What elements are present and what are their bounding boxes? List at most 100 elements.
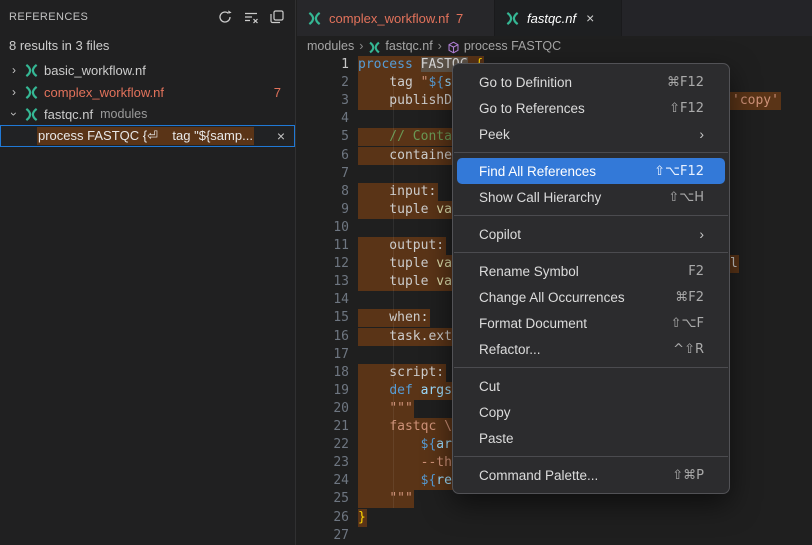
breadcrumb-file[interactable]: fastqc.nf: [385, 39, 432, 53]
line-number: 15: [297, 309, 349, 327]
submenu-chevron-icon: ›: [699, 126, 704, 142]
menu-item-shortcut: ⇧⌘P: [672, 468, 704, 483]
menu-item-go-to-references[interactable]: Go to References⇧F12: [457, 95, 725, 121]
menu-item-shortcut: ⇧F12: [669, 101, 704, 116]
menu-item-change-all-occurrences[interactable]: Change All Occurrences⌘F2: [457, 284, 725, 310]
menu-item-refactor[interactable]: Refactor...^⇧R: [457, 336, 725, 362]
menu-item-shortcut: ⌘F12: [667, 75, 704, 90]
results-summary: 8 results in 3 files: [9, 38, 295, 53]
editor-context-menu: Go to Definition⌘F12Go to References⇧F12…: [452, 63, 730, 494]
result-count-badge: 7: [274, 85, 281, 100]
code-text: publishD: [358, 92, 452, 110]
menu-item-command-palette[interactable]: Command Palette...⇧⌘P: [457, 462, 725, 488]
line-number: 9: [297, 201, 349, 219]
refresh-icon[interactable]: [217, 9, 233, 25]
menu-item-rename-symbol[interactable]: Rename SymbolF2: [457, 258, 725, 284]
menu-item-shortcut: F2: [688, 264, 704, 279]
menu-item-label: Paste: [479, 431, 704, 446]
line-number: 3: [297, 92, 349, 110]
code-text-fragment: l: [730, 255, 738, 273]
menu-item-label: Rename Symbol: [479, 264, 688, 279]
line-number: 25: [297, 490, 349, 508]
file-name: complex_workflow.nf: [44, 85, 164, 100]
line-number: 16: [297, 328, 349, 346]
menu-separator: [454, 367, 728, 368]
code-text: containe: [358, 147, 452, 165]
line-number: 4: [297, 110, 349, 128]
menu-item-shortcut: ^⇧R: [673, 342, 704, 357]
code-text: input:: [358, 183, 436, 201]
menu-item-shortcut: ⇧⌥F: [671, 316, 704, 331]
line-number: 18: [297, 364, 349, 382]
references-panel-header: REFERENCES: [0, 0, 295, 25]
references-tree: ›basic_workflow.nf›complex_workflow.nf7›…: [0, 59, 295, 147]
tab-close-icon[interactable]: ×: [586, 10, 594, 26]
code-text: // Conta: [358, 128, 452, 146]
tab-fastqc[interactable]: fastqc.nf ×: [495, 0, 622, 36]
menu-item-format-document[interactable]: Format Document⇧⌥F: [457, 310, 725, 336]
dismiss-icon[interactable]: ×: [277, 128, 285, 144]
menu-item-go-to-definition[interactable]: Go to Definition⌘F12: [457, 69, 725, 95]
tree-file-row-complex_workflow-nf[interactable]: › complex_workflow.nf 7: [0, 81, 295, 103]
menu-item-show-call-hierarchy[interactable]: Show Call Hierarchy⇧⌥H: [457, 184, 725, 210]
tab-result-count: 7: [456, 11, 463, 26]
menu-item-copy[interactable]: Copy: [457, 399, 725, 425]
tree-file-row-fastqc-nf[interactable]: ›fastqc.nfmodules: [0, 103, 295, 125]
menu-item-cut[interactable]: Cut: [457, 373, 725, 399]
menu-item-peek[interactable]: Peek›: [457, 121, 725, 147]
menu-item-paste[interactable]: Paste: [457, 425, 725, 451]
code-text: script:: [358, 364, 444, 382]
tree-file-row-basic_workflow-nf[interactable]: ›basic_workflow.nf: [0, 59, 295, 81]
chevron-right-icon[interactable]: ›: [6, 63, 22, 77]
code-text: """: [358, 400, 413, 418]
reference-match-row[interactable]: process FASTQC {⏎ tag "${samp...×: [0, 125, 295, 147]
nextflow-file-icon: [307, 11, 322, 26]
menu-item-label: Refactor...: [479, 342, 673, 357]
code-line-26[interactable]: 26}: [297, 509, 812, 527]
code-text: def args: [358, 382, 452, 400]
menu-item-label: Peek: [479, 127, 699, 142]
tab-label: complex_workflow.nf: [329, 11, 449, 26]
breadcrumb-symbol[interactable]: process FASTQC: [464, 39, 561, 53]
menu-separator: [454, 215, 728, 216]
line-number: 1: [297, 56, 349, 74]
line-number: 24: [297, 472, 349, 490]
nextflow-file-icon: [24, 85, 39, 100]
menu-item-find-all-references[interactable]: Find All References⇧⌥F12: [457, 158, 725, 184]
code-text: output:: [358, 237, 444, 255]
line-number: 6: [297, 147, 349, 165]
code-text: """: [358, 490, 413, 508]
menu-item-label: Change All Occurrences: [479, 290, 675, 305]
vscode-window: REFERENCES 8 results in 3 files ›basic_w…: [0, 0, 812, 545]
code-text: --th: [358, 454, 452, 472]
breadcrumb: modules › fastqc.nf › process FASTQC: [297, 36, 812, 56]
line-number: 13: [297, 273, 349, 291]
menu-item-label: Command Palette...: [479, 468, 672, 483]
chevron-down-icon[interactable]: ›: [6, 107, 22, 121]
menu-separator: [454, 252, 728, 253]
line-number: 5: [297, 128, 349, 146]
menu-item-copilot[interactable]: Copilot›: [457, 221, 725, 247]
code-text: }: [358, 509, 366, 527]
line-number: 23: [297, 454, 349, 472]
menu-item-shortcut: ⇧⌥H: [668, 190, 704, 205]
code-text-fragment: 'copy': [732, 92, 779, 110]
nextflow-file-icon: [505, 11, 520, 26]
line-number: 22: [297, 436, 349, 454]
panel-title: REFERENCES: [9, 11, 217, 23]
clear-all-icon[interactable]: [243, 9, 259, 25]
chevron-right-icon[interactable]: ›: [6, 85, 22, 99]
menu-item-shortcut: ⇧⌥F12: [654, 164, 704, 179]
tab-complex-workflow[interactable]: complex_workflow.nf 7: [297, 0, 495, 36]
nextflow-file-icon: [24, 107, 39, 122]
tab-label: fastqc.nf: [527, 11, 576, 26]
line-number: 7: [297, 165, 349, 183]
breadcrumb-folder[interactable]: modules: [307, 39, 354, 53]
copy-icon[interactable]: [269, 9, 285, 25]
symbol-module-icon: [447, 41, 460, 54]
menu-item-label: Go to Definition: [479, 75, 667, 90]
line-number: 20: [297, 400, 349, 418]
line-number: 12: [297, 255, 349, 273]
menu-item-label: Find All References: [479, 164, 654, 179]
code-line-27[interactable]: 27: [297, 527, 812, 545]
